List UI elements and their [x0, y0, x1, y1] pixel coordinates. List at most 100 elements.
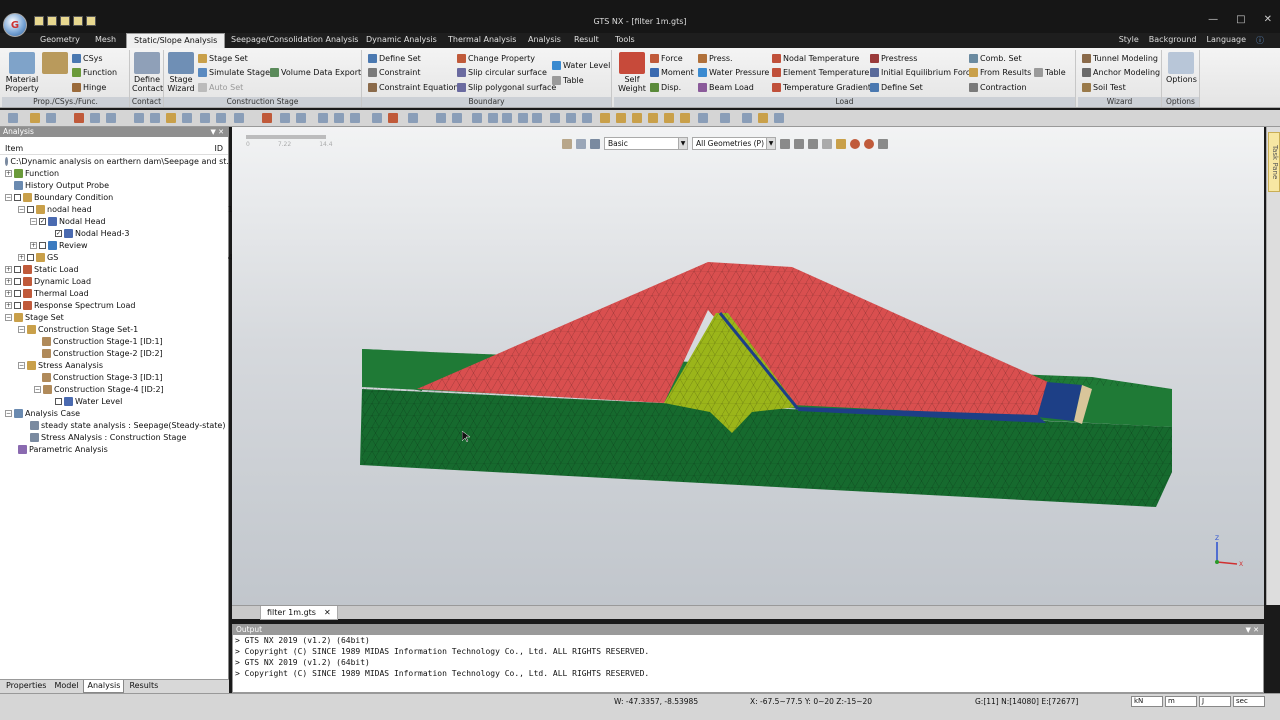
background-menu[interactable]: Background [1149, 35, 1197, 46]
options-button[interactable]: Options [1166, 52, 1197, 84]
tree-item-steady-state[interactable]: steady state analysis : Seepage(Steady-s… [30, 419, 259, 431]
tree-item-static-load[interactable]: + Static Load [5, 263, 234, 275]
tree-item-nodal-head[interactable]: − nodal head 1 [18, 203, 247, 215]
contraction-button[interactable]: Contraction [969, 83, 1027, 92]
expand-icon[interactable]: + [5, 301, 12, 309]
tunnel-modeling-button[interactable]: Tunnel Modeling [1082, 54, 1158, 63]
tool-icon[interactable] [472, 113, 482, 123]
checkbox[interactable] [39, 241, 46, 249]
language-menu[interactable]: Language [1207, 35, 1246, 46]
tool-icon[interactable] [30, 113, 40, 123]
simulate-stage-button[interactable]: Simulate Stage [198, 68, 270, 77]
panel-close-icon[interactable]: ▼ ✕ [211, 127, 224, 137]
boundary-table-button[interactable]: Table [552, 76, 584, 85]
comb-set-button[interactable]: Comb. Set [969, 54, 1022, 63]
collapse-icon[interactable]: − [18, 361, 25, 369]
tab-geometry[interactable]: Geometry [40, 35, 80, 44]
load-table-button[interactable]: Table [1034, 68, 1066, 77]
view-cube-icon[interactable] [698, 113, 708, 123]
tool-icon[interactable] [616, 113, 626, 123]
hinge-button[interactable]: Hinge [72, 83, 106, 92]
tool-icon[interactable] [582, 113, 592, 123]
tool-icon[interactable] [280, 113, 290, 123]
zoom-fit-icon[interactable] [452, 113, 462, 123]
output-close-icon[interactable]: ▼ ✕ [1246, 625, 1259, 635]
tool-icon[interactable] [74, 113, 84, 123]
change-property-button[interactable]: Change Property [457, 54, 535, 63]
press-button[interactable]: Press. [698, 54, 733, 63]
model-viewport[interactable]: 07.2214.4 Basic▼ All Geometries (P)▼ [232, 127, 1264, 605]
collapse-icon[interactable]: − [5, 409, 12, 417]
element-temperature-button[interactable]: Element Temperature [772, 68, 869, 77]
tab-results[interactable]: Results [126, 680, 161, 693]
tool-icon[interactable] [106, 113, 116, 123]
tree-item-construction-stage-set-1[interactable]: − Construction Stage Set-1 [18, 323, 247, 335]
tool-icon[interactable] [234, 113, 244, 123]
tree-item-review[interactable]: + Review [30, 239, 259, 251]
collapse-icon[interactable]: − [18, 205, 25, 213]
tree-item-thermal-load[interactable]: + Thermal Load [5, 287, 234, 299]
tool-icon[interactable] [742, 113, 752, 123]
tool-icon[interactable] [350, 113, 360, 123]
tree-item-parametric-analysis[interactable]: Parametric Analysis [18, 443, 247, 455]
maximize-icon[interactable]: □ [1236, 14, 1245, 25]
rotate-icon[interactable] [518, 113, 528, 123]
tool-icon[interactable] [90, 113, 100, 123]
tab-result[interactable]: Result [574, 35, 599, 44]
tree-item-response-spectrum[interactable]: + Response Spectrum Load [5, 299, 234, 311]
slip-polygonal-button[interactable]: Slip polygonal surface [457, 83, 556, 92]
disp-button[interactable]: Disp. [650, 83, 681, 92]
tool-icon[interactable] [600, 113, 610, 123]
checkbox[interactable] [14, 277, 21, 285]
checkbox[interactable] [14, 265, 21, 273]
tab-tools[interactable]: Tools [615, 35, 635, 44]
tree-item-history-output[interactable]: History Output Probe [14, 179, 243, 191]
constraint-equation-button[interactable]: Constraint Equation [368, 83, 458, 92]
tree-item-stress-analysis-set[interactable]: − Stress Aanalysis [18, 359, 247, 371]
energy-unit-select[interactable]: J [1199, 696, 1231, 707]
collapse-icon[interactable]: − [5, 313, 12, 321]
checkbox[interactable]: ✓ [39, 217, 46, 225]
collapse-icon[interactable]: − [30, 217, 37, 225]
tool-icon[interactable] [134, 113, 144, 123]
tab-static-slope-analysis[interactable]: Static/Slope Analysis [126, 33, 226, 48]
app-menu-button[interactable]: G [3, 13, 27, 37]
tool-icon[interactable] [408, 113, 418, 123]
length-unit-select[interactable]: m [1165, 696, 1197, 707]
minimize-icon[interactable]: — [1208, 14, 1218, 25]
close-tab-icon[interactable]: ✕ [324, 608, 331, 617]
collapse-icon[interactable]: − [18, 325, 25, 333]
tool-icon[interactable] [46, 113, 56, 123]
checkbox[interactable] [55, 397, 62, 405]
rotate-icon[interactable] [502, 113, 512, 123]
zoom-icon[interactable] [436, 113, 446, 123]
time-unit-select[interactable]: sec [1233, 696, 1265, 707]
expand-icon[interactable]: + [30, 241, 37, 249]
tool-icon[interactable] [388, 113, 398, 123]
constraint-button[interactable]: Constraint [368, 68, 420, 77]
tab-thermal-analysis[interactable]: Thermal Analysis [448, 35, 516, 44]
checkbox[interactable] [14, 301, 21, 309]
checkbox[interactable] [14, 289, 21, 297]
tree-item-gs[interactable]: + GS 4 [18, 251, 247, 263]
tool-icon[interactable] [372, 113, 382, 123]
tool-icon[interactable] [758, 113, 768, 123]
help-icon[interactable]: ⓘ [1256, 35, 1264, 46]
tab-mesh[interactable]: Mesh [95, 35, 116, 44]
checkbox[interactable] [14, 193, 21, 201]
tree-item-root[interactable]: C:\Dynamic analysis on earthern dam\Seep… [5, 155, 234, 167]
water-level-button[interactable]: Water Level [552, 61, 610, 70]
tool-icon[interactable] [664, 113, 674, 123]
water-pressure-button[interactable]: Water Pressure [698, 68, 769, 77]
tab-properties[interactable]: Properties [3, 680, 49, 693]
expand-icon[interactable]: + [5, 289, 12, 297]
expand-icon[interactable]: + [18, 253, 25, 261]
self-weight-button[interactable]: Self Weight [618, 52, 646, 93]
close-icon[interactable]: ✕ [1264, 14, 1272, 25]
tree-item-stage-set[interactable]: − Stage Set [5, 311, 234, 323]
from-results-button[interactable]: From Results [969, 68, 1031, 77]
tree-item-function[interactable]: + Function [5, 167, 234, 179]
tool-icon[interactable] [166, 113, 176, 123]
tool-icon[interactable] [488, 113, 498, 123]
tool-icon[interactable] [648, 113, 658, 123]
